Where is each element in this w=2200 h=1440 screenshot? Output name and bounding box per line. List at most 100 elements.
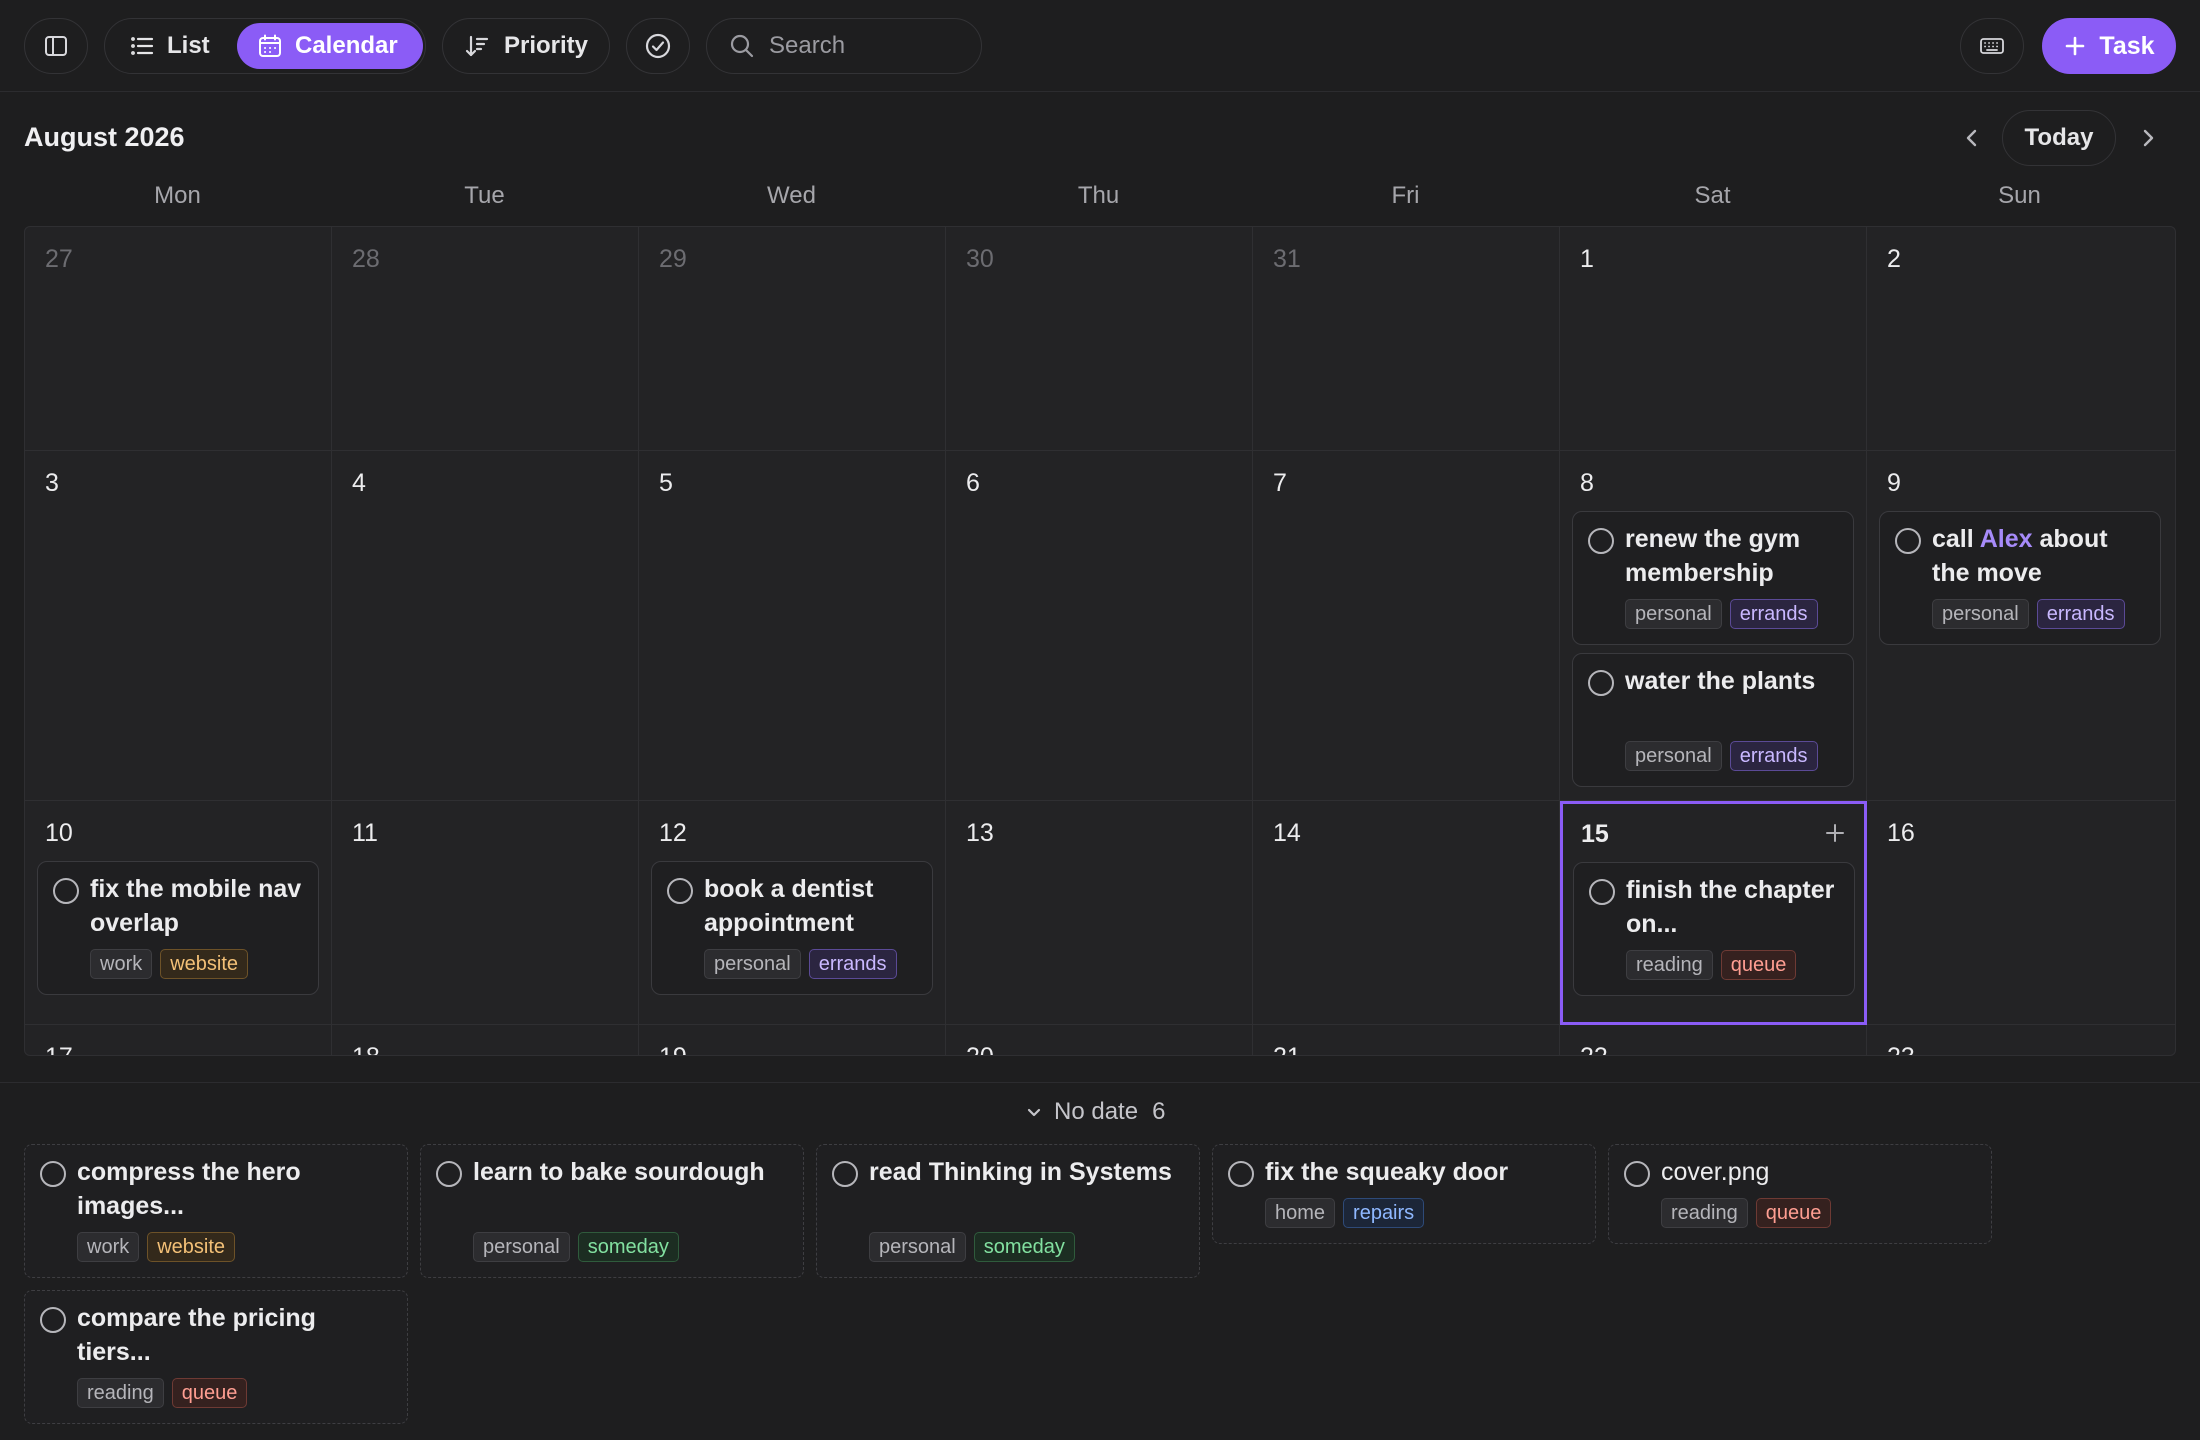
- day-cell[interactable]: 19: [639, 1025, 946, 1055]
- day-cell[interactable]: 1: [1560, 227, 1867, 451]
- task-checkbox[interactable]: [832, 1161, 858, 1187]
- calendar-view-button[interactable]: Calendar: [237, 23, 423, 69]
- task-tags: work website: [90, 949, 249, 979]
- task-checkbox[interactable]: [1589, 879, 1615, 905]
- task-card[interactable]: read Thinking in Systems personal someda…: [816, 1144, 1200, 1278]
- day-cell[interactable]: 7: [1253, 451, 1560, 801]
- task-checkbox[interactable]: [1895, 528, 1921, 554]
- day-cell[interactable]: 28: [332, 227, 639, 451]
- day-cell[interactable]: 3: [25, 451, 332, 801]
- task-card[interactable]: fix the mobile nav overlap work website: [37, 861, 319, 995]
- task-tags: reading queue: [77, 1378, 248, 1408]
- weekday-header: Mon Tue Wed Thu Fri Sat Sun: [24, 182, 2176, 222]
- add-task-to-day-icon[interactable]: [1824, 822, 1846, 844]
- day-cell[interactable]: 2: [1867, 227, 2175, 451]
- weekday-label: Tue: [464, 182, 505, 209]
- task-checkbox[interactable]: [1588, 528, 1614, 554]
- day-number: 3: [45, 469, 59, 497]
- day-number: 22: [1580, 1043, 1608, 1055]
- day-cell[interactable]: 12 book a dentist appointment personal e…: [639, 801, 946, 1025]
- day-cell[interactable]: 4: [332, 451, 639, 801]
- day-cell[interactable]: 6: [946, 451, 1253, 801]
- day-number: 9: [1887, 469, 1901, 497]
- plus-icon: [2063, 34, 2087, 58]
- keyboard-shortcuts-button[interactable]: [1960, 18, 2024, 74]
- day-number: 19: [659, 1043, 687, 1055]
- task-tags: personal someday: [869, 1232, 1075, 1262]
- day-cell[interactable]: 27: [25, 227, 332, 451]
- show-completed-button[interactable]: [626, 18, 690, 74]
- day-cell[interactable]: 8 renew the gym membership personal erra…: [1560, 451, 1867, 801]
- day-cell[interactable]: 17: [25, 1025, 332, 1055]
- day-number: 5: [659, 469, 673, 497]
- task-checkbox[interactable]: [1228, 1161, 1254, 1187]
- task-checkbox[interactable]: [40, 1161, 66, 1187]
- task-checkbox[interactable]: [1624, 1161, 1650, 1187]
- sort-priority-button[interactable]: Priority: [442, 18, 610, 74]
- task-card[interactable]: compress the hero images... work website: [24, 1144, 408, 1278]
- add-task-button[interactable]: Task: [2042, 18, 2176, 74]
- list-view-button[interactable]: List: [125, 23, 214, 69]
- no-date-label: No date: [1054, 1098, 1139, 1125]
- day-cell[interactable]: 16: [1867, 801, 2175, 1025]
- task-attachment-link[interactable]: cover.png: [1661, 1155, 1979, 1189]
- sort-icon: [464, 33, 490, 59]
- task-checkbox[interactable]: [667, 878, 693, 904]
- next-month-button[interactable]: [2130, 120, 2166, 156]
- day-cell[interactable]: 13: [946, 801, 1253, 1025]
- task-tags: home repairs: [1265, 1198, 1425, 1228]
- day-cell[interactable]: 14: [1253, 801, 1560, 1025]
- day-number: 16: [1887, 819, 1915, 847]
- task-title: water the plants: [1625, 667, 1816, 695]
- tag: errands: [808, 949, 897, 979]
- task-title: fix the mobile nav overlap: [90, 875, 302, 937]
- tag: home: [1265, 1198, 1336, 1228]
- task-card[interactable]: learn to bake sourdough personal someday: [420, 1144, 804, 1278]
- day-cell[interactable]: 9 call Alex about the move personal erra…: [1867, 451, 2175, 801]
- task-card[interactable]: book a dentist appointment personal erra…: [651, 861, 933, 995]
- task-title: read Thinking in Systems: [869, 1158, 1172, 1186]
- task-checkbox[interactable]: [1588, 670, 1614, 696]
- today-button[interactable]: Today: [2002, 110, 2116, 166]
- day-cell[interactable]: 11: [332, 801, 639, 1025]
- search-box[interactable]: [706, 18, 982, 74]
- day-cell[interactable]: 18: [332, 1025, 639, 1055]
- task-checkbox[interactable]: [436, 1161, 462, 1187]
- task-title: compare the pricing tiers...: [77, 1304, 316, 1366]
- task-card[interactable]: call Alex about the move personal errand…: [1879, 511, 2161, 645]
- day-cell[interactable]: 21: [1253, 1025, 1560, 1055]
- task-card[interactable]: renew the gym membership personal errand…: [1572, 511, 1854, 645]
- task-mention[interactable]: Alex: [1980, 525, 2033, 553]
- day-cell[interactable]: 10 fix the mobile nav overlap work websi…: [25, 801, 332, 1025]
- sidebar-toggle-button[interactable]: [24, 18, 88, 74]
- day-cell[interactable]: 30: [946, 227, 1253, 451]
- weekday-label: Sat: [1694, 182, 1731, 209]
- task-title: call Alex about the move: [1932, 522, 2148, 590]
- day-number: 6: [966, 469, 980, 497]
- task-checkbox[interactable]: [53, 878, 79, 904]
- previous-month-button[interactable]: [1954, 120, 1990, 156]
- keyboard-icon: [1978, 32, 2006, 60]
- task-card[interactable]: finish the chapter on... reading queue: [1573, 862, 1855, 996]
- task-card[interactable]: fix the squeaky door home repairs: [1212, 1144, 1596, 1244]
- search-input[interactable]: [769, 32, 969, 60]
- task-card[interactable]: cover.png reading queue: [1608, 1144, 1992, 1244]
- task-checkbox[interactable]: [40, 1307, 66, 1333]
- day-cell[interactable]: 5: [639, 451, 946, 801]
- day-cell[interactable]: 29: [639, 227, 946, 451]
- task-card[interactable]: compare the pricing tiers... reading que…: [24, 1290, 408, 1424]
- task-tags: reading queue: [1626, 950, 1797, 980]
- calendar-grid: 27 28 29 30 31 1 2 3 4 5 6 7 8 renew the…: [24, 226, 2176, 1056]
- view-switcher: List Calendar: [104, 18, 426, 74]
- tag: website: [147, 1232, 236, 1262]
- day-cell[interactable]: 20: [946, 1025, 1253, 1055]
- day-number: 4: [352, 469, 366, 497]
- day-number: 8: [1580, 469, 1594, 497]
- day-cell[interactable]: 31: [1253, 227, 1560, 451]
- task-card[interactable]: water the plants personal errands: [1572, 653, 1854, 787]
- day-cell[interactable]: 22: [1560, 1025, 1867, 1055]
- day-cell[interactable]: 23: [1867, 1025, 2175, 1055]
- day-number: 28: [352, 245, 380, 273]
- no-date-toggle[interactable]: No date 6: [1024, 1096, 1165, 1128]
- day-cell-today[interactable]: 15 finish the chapter on... reading queu…: [1560, 801, 1867, 1025]
